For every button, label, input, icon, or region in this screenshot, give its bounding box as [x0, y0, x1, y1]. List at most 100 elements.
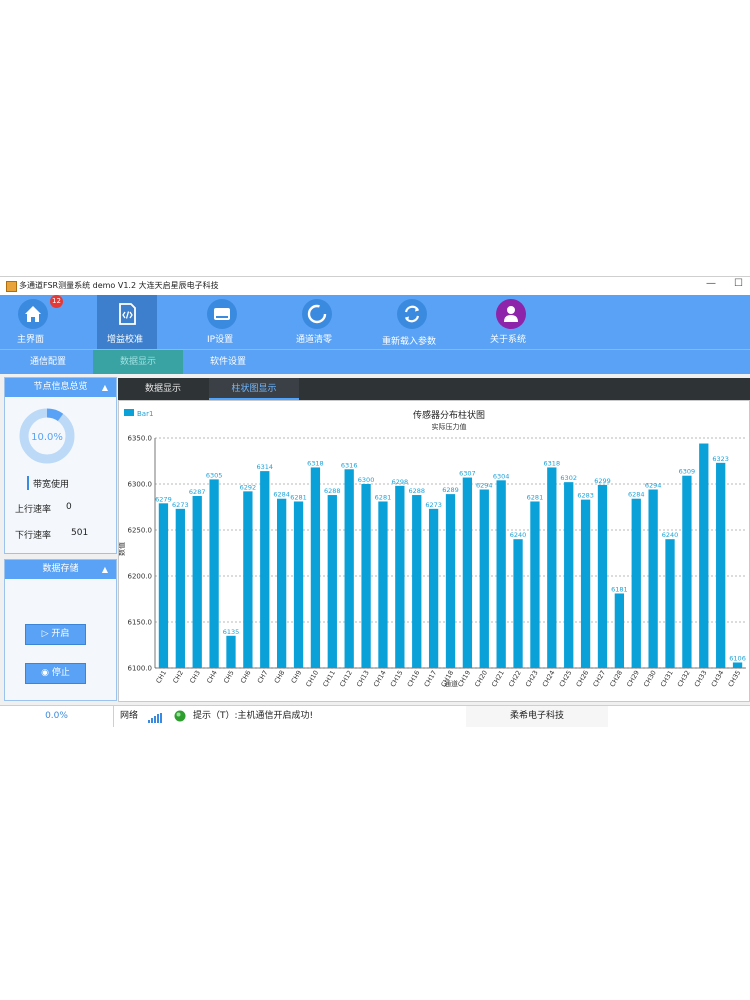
x-tick-label: CH4 [205, 669, 219, 685]
data-label: 6281 [290, 493, 307, 501]
notification-badge: 12 [50, 295, 63, 308]
tab-data-display[interactable]: 数据显示 [93, 350, 183, 374]
x-tick-label: CH21 [490, 669, 506, 688]
x-tick-label: CH14 [372, 669, 388, 688]
app-window: 多通道FSR测量系统 demo V1.2 大连天启星辰电子科技 — ☐ 12 主… [0, 276, 750, 727]
bar-ch35 [732, 662, 743, 668]
minimize-button[interactable]: — [706, 278, 716, 289]
x-tick-label: CH10 [304, 669, 320, 688]
data-label: 6273 [172, 501, 189, 509]
x-tick-label: CH19 [456, 669, 472, 688]
data-label: 6284 [628, 491, 645, 499]
toolbar-ip-settings[interactable]: IP设置 [196, 295, 256, 349]
stop-label: 停止 [51, 668, 70, 678]
toolbar-channel-reset[interactable]: 通道清零 [290, 295, 350, 349]
x-tick-label: CH30 [642, 669, 658, 688]
data-label: 6299 [594, 477, 611, 485]
node-info-panel: 节点信息总览 ▲ 10.0% 带宽使用 上行速率 0 下行速率 501 [4, 377, 117, 554]
data-label: 6323 [712, 455, 729, 463]
data-label: 6314 [256, 463, 273, 471]
x-tick-label: CH3 [188, 669, 202, 685]
chevron-up-icon: ▲ [101, 383, 108, 392]
tab-data-table[interactable]: 数据显示 [130, 378, 196, 400]
maximize-button[interactable]: ☐ [734, 278, 743, 289]
x-tick-label: CH7 [256, 669, 270, 685]
data-label: 6284 [273, 491, 290, 499]
toolbar-home[interactable]: 12 主界面 [0, 295, 64, 349]
chevron-up-icon: ▲ [101, 565, 108, 574]
toolbar-gain-calibration[interactable]: 增益校准 [97, 295, 157, 349]
x-tick-label: CH12 [338, 669, 354, 688]
user-icon [496, 299, 526, 329]
bar-ch21 [496, 480, 506, 668]
data-label: 6279 [155, 495, 172, 503]
data-label: 6281 [527, 493, 544, 501]
download-rate-value: 501 [71, 528, 89, 538]
data-label: 6289 [442, 486, 459, 494]
upload-rate-value: 0 [66, 502, 72, 512]
x-tick-label: CH33 [693, 669, 709, 688]
tab-bar-chart[interactable]: 柱状图显示 [209, 378, 299, 400]
sub-navigation: 通信配置 数据显示 软件设置 [0, 349, 750, 374]
toolbar-home-label: 主界面 [17, 335, 45, 345]
y-tick-label: 6250.0 [128, 527, 153, 535]
storage-title: 数据存储 [42, 564, 79, 574]
code-file-icon [112, 299, 142, 329]
bar-ch19 [462, 477, 473, 668]
x-tick-label: CH27 [591, 669, 607, 688]
tab-comm-config[interactable]: 通信配置 [18, 350, 78, 374]
y-axis-label: 数值 [119, 542, 126, 556]
stop-storage-button[interactable]: ◉ 停止 [25, 663, 86, 684]
play-icon: ▷ [41, 629, 49, 639]
x-tick-label: CH31 [659, 669, 675, 688]
x-tick-label: CH5 [222, 669, 236, 685]
bar-ch7 [260, 471, 270, 668]
main-toolbar: 12 主界面 增益校准 IP设置 通道清零 重新载入参数 关于系统 [0, 295, 750, 349]
bar-ch3 [192, 495, 202, 668]
toolbar-about-label: 关于系统 [490, 335, 527, 345]
bar-ch11 [327, 495, 337, 668]
x-tick-label: CH35 [727, 669, 743, 688]
x-tick-label: CH2 [171, 669, 185, 685]
bar-ch31 [665, 539, 675, 668]
x-tick-label: CH26 [575, 669, 591, 688]
bar-ch1 [158, 503, 169, 668]
data-label: 6318 [307, 459, 324, 467]
bar-ch34 [716, 462, 726, 668]
tab-software-settings[interactable]: 软件设置 [198, 350, 258, 374]
data-label: 6135 [223, 628, 240, 636]
bandwidth-gauge: 10.0% [19, 408, 75, 464]
data-label: 6304 [493, 472, 510, 480]
x-tick-label: CH13 [355, 669, 371, 688]
title-bar: 多通道FSR测量系统 demo V1.2 大连天启星辰电子科技 — ☐ [0, 277, 750, 295]
x-tick-label: CH11 [321, 669, 337, 688]
data-label: 6309 [679, 468, 696, 476]
x-tick-label: CH32 [676, 669, 692, 688]
data-label: 6181 [611, 585, 628, 593]
view-tab-strip: 数据显示 柱状图显示 [118, 378, 750, 400]
bar-ch27 [597, 484, 608, 668]
data-label: 6287 [189, 488, 206, 496]
bar-ch13 [361, 484, 371, 668]
data-label: 6298 [392, 478, 409, 486]
start-storage-button[interactable]: ▷ 开启 [25, 624, 86, 645]
bar-ch33 [699, 443, 709, 668]
status-ok-icon [174, 710, 186, 722]
bar-ch28 [614, 593, 624, 668]
legend-swatch [124, 409, 134, 416]
data-label: 6240 [662, 531, 679, 539]
status-bar: 0.0% 网络 提示（T）:主机通信开启成功! 柔希电子科技 [0, 705, 750, 727]
data-label: 6281 [375, 493, 392, 501]
storage-header[interactable]: 数据存储 ▲ [5, 560, 116, 579]
x-tick-label: CH1 [154, 669, 168, 685]
x-axis-label: 通道 [444, 679, 458, 688]
bar-ch15 [395, 485, 405, 668]
toolbar-reload-params[interactable]: 重新载入参数 [377, 295, 447, 349]
x-tick-label: CH28 [608, 669, 624, 688]
drive-icon [207, 299, 237, 329]
node-info-header[interactable]: 节点信息总览 ▲ [5, 378, 116, 397]
y-tick-label: 6150.0 [128, 619, 153, 627]
network-label: 网络 [120, 711, 139, 721]
refresh-circle-icon [302, 299, 332, 329]
toolbar-about[interactable]: 关于系统 [482, 295, 542, 349]
